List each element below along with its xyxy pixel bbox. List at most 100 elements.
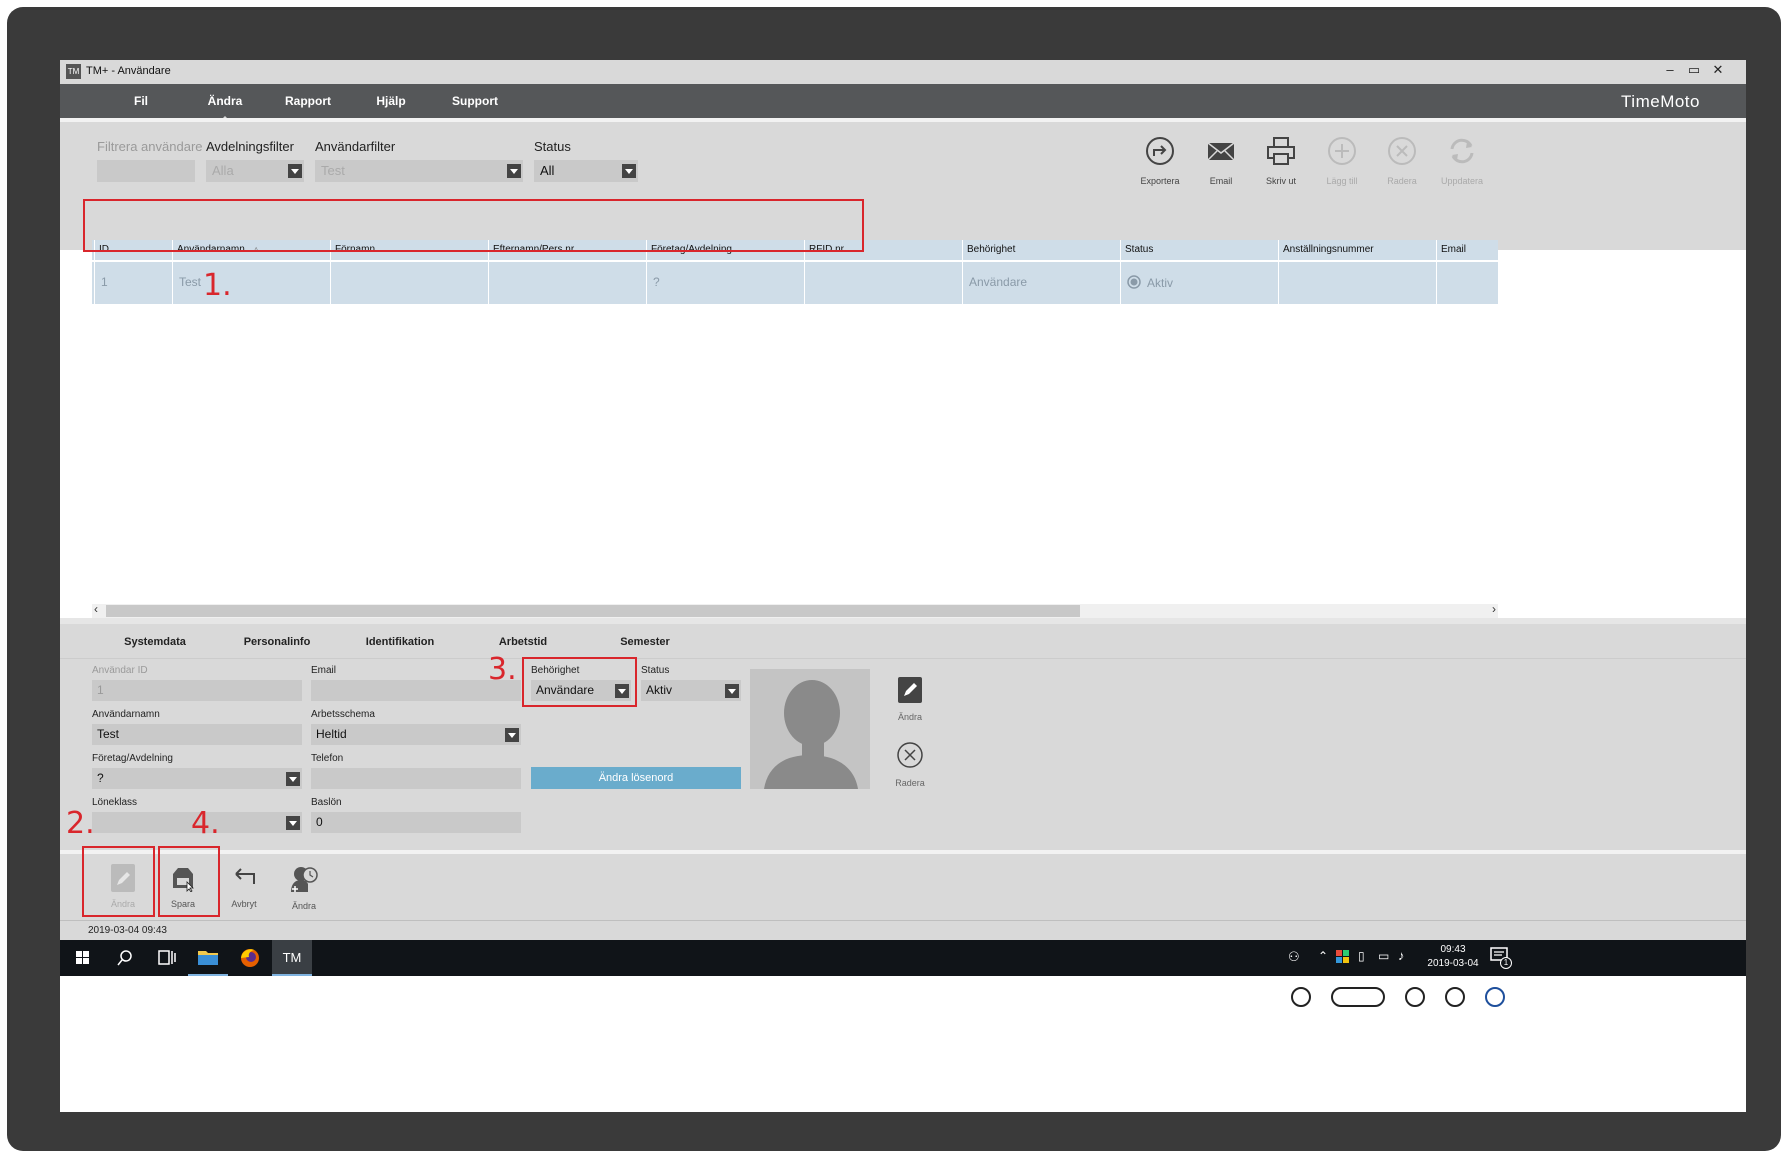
horizontal-scrollbar[interactable]: ‹ › xyxy=(92,602,1498,618)
phone-label: Telefon xyxy=(311,753,344,764)
power-icon[interactable] xyxy=(1485,987,1505,1007)
user-type-filter-label: Användarfilter xyxy=(315,139,396,154)
usb-icon[interactable]: ▯ xyxy=(1358,949,1365,963)
tab-identifikation[interactable]: Identifikation xyxy=(345,636,455,648)
file-explorer-button[interactable] xyxy=(188,940,228,976)
export-button[interactable]: Exportera xyxy=(1130,134,1190,186)
email-label: Email xyxy=(311,665,337,676)
column-status[interactable]: Status xyxy=(1120,240,1278,260)
pencil-icon xyxy=(898,677,922,703)
scroll-left-icon[interactable]: ‹ xyxy=(94,602,98,616)
hardware-button-2[interactable] xyxy=(1405,987,1425,1007)
chevron-down-icon xyxy=(505,728,519,742)
edit-schedule-label: Ändra xyxy=(291,901,317,911)
chevron-down-icon xyxy=(507,164,521,178)
clock[interactable]: 09:43 2019-03-04 xyxy=(1424,944,1482,969)
user-type-filter-value: Test xyxy=(321,163,345,178)
firefox-icon xyxy=(241,949,259,967)
volume-icon[interactable]: ♪ xyxy=(1398,948,1405,963)
email-button[interactable]: Email xyxy=(1191,134,1251,186)
edit-schedule-button[interactable]: Ändra xyxy=(281,864,327,911)
menu-andra[interactable]: Ändra xyxy=(177,94,273,124)
detail-tabs: Systemdata Personalinfo Identifikation A… xyxy=(60,624,1746,658)
hardware-button-1[interactable] xyxy=(1291,987,1311,1007)
status-select[interactable]: Aktiv xyxy=(641,680,741,701)
firefox-button[interactable] xyxy=(230,940,270,976)
restore-button[interactable]: ▭ xyxy=(1682,62,1706,78)
show-hidden-icons-icon[interactable]: ⌃ xyxy=(1318,949,1328,963)
delete-circle-icon xyxy=(897,742,923,768)
photo-edit-label: Ändra xyxy=(897,712,923,722)
scrollbar-thumb[interactable] xyxy=(106,605,1080,617)
task-view-button[interactable] xyxy=(146,940,186,976)
username-label: Användarnamn xyxy=(92,709,160,720)
menu-rapport[interactable]: Rapport xyxy=(260,94,356,108)
menu-fil[interactable]: Fil xyxy=(93,94,189,108)
schedule-select[interactable]: Heltid xyxy=(311,724,521,745)
tab-systemdata[interactable]: Systemdata xyxy=(100,636,210,648)
add-button[interactable]: Lägg till xyxy=(1312,134,1372,186)
column-employee-number[interactable]: Anställningsnummer xyxy=(1278,240,1436,260)
tab-personalinfo[interactable]: Personalinfo xyxy=(222,636,332,648)
status-filter-value: All xyxy=(540,163,555,178)
column-email[interactable]: Email xyxy=(1436,240,1498,260)
department-label: Företag/Avdelning xyxy=(92,753,173,764)
people-icon[interactable]: ⚇ xyxy=(1288,949,1300,965)
status-filter-select[interactable]: All xyxy=(534,160,638,182)
photo-delete-button[interactable]: Radera xyxy=(890,741,930,788)
status-filter-label: Status xyxy=(534,139,571,154)
user-photo xyxy=(750,669,870,789)
search-button[interactable] xyxy=(104,940,144,976)
department-filter-select[interactable]: Alla xyxy=(206,160,304,182)
scroll-right-icon[interactable]: › xyxy=(1492,602,1496,616)
cell-first-name xyxy=(330,262,488,304)
close-button[interactable]: ✕ xyxy=(1706,62,1730,78)
export-label: Exportera xyxy=(1140,176,1180,186)
tab-arbetstid[interactable]: Arbetstid xyxy=(468,636,578,648)
user-filter-input[interactable] xyxy=(97,160,195,182)
start-button[interactable] xyxy=(62,940,102,976)
device-bezel: TM TM+ - Användare – ▭ ✕ Fil Ändra Rappo… xyxy=(7,7,1781,1151)
user-type-filter-select[interactable]: Test xyxy=(315,160,523,182)
tm-app-icon: TM xyxy=(282,950,302,965)
schedule-value: Heltid xyxy=(316,727,347,741)
print-button[interactable]: Skriv ut xyxy=(1251,134,1311,186)
annotation-number-1: 1. xyxy=(203,268,232,303)
tab-semester[interactable]: Semester xyxy=(590,636,700,648)
department-filter-value: Alla xyxy=(212,163,234,178)
timemoto-taskbar-button[interactable]: TM xyxy=(272,940,312,976)
refresh-button[interactable]: Uppdatera xyxy=(1432,134,1492,186)
hardware-button-3[interactable] xyxy=(1445,987,1465,1007)
menu-support[interactable]: Support xyxy=(427,94,523,108)
column-permission[interactable]: Behörighet xyxy=(962,240,1120,260)
user-id-field[interactable]: 1 xyxy=(92,680,302,701)
cell-permission: Användare xyxy=(962,262,1120,304)
network-icon[interactable]: ▭ xyxy=(1378,949,1389,963)
phone-field[interactable] xyxy=(311,768,521,789)
department-select[interactable]: ? xyxy=(92,768,302,789)
annotation-box-1 xyxy=(83,199,864,252)
change-password-button[interactable]: Ändra lösenord xyxy=(531,767,741,789)
notification-center-button[interactable]: 1 xyxy=(1490,947,1512,969)
chevron-down-icon xyxy=(622,164,636,178)
colorful-grid-icon xyxy=(1336,950,1349,963)
status-label: Status xyxy=(641,665,670,676)
cancel-button[interactable]: Avbryt xyxy=(221,864,267,909)
table-row[interactable]: 1 Test ? Användare Aktiv xyxy=(92,262,1498,304)
annotation-box-3 xyxy=(522,657,637,707)
delete-button[interactable]: Radera xyxy=(1372,134,1432,186)
print-icon xyxy=(1267,137,1295,165)
username-field[interactable]: Test xyxy=(92,724,302,745)
base-salary-field[interactable]: 0 xyxy=(311,812,521,833)
menu-hjalp[interactable]: Hjälp xyxy=(343,94,439,108)
annotation-number-3: 3. xyxy=(488,652,517,687)
minimize-button[interactable]: – xyxy=(1658,62,1682,77)
photo-edit-button[interactable]: Ändra xyxy=(890,677,930,722)
tray-app-icon[interactable] xyxy=(1336,950,1350,967)
cell-id: 1 xyxy=(94,262,172,304)
cell-status-value: Aktiv xyxy=(1147,276,1174,290)
photo-delete-label: Radera xyxy=(895,778,925,788)
hardware-home-button[interactable] xyxy=(1331,987,1385,1007)
email-label: Email xyxy=(1209,176,1233,186)
refresh-label: Uppdatera xyxy=(1440,176,1484,186)
